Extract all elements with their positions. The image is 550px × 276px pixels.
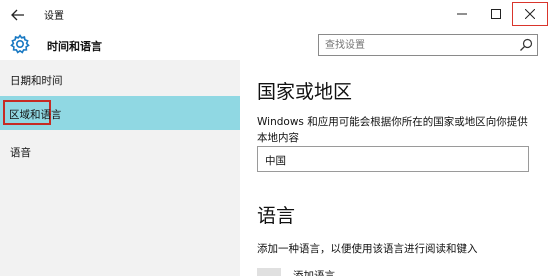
page-header: 时间和语言	[0, 30, 550, 60]
region-description: Windows 和应用可能会根据你所在的国家或地区向你提供本地内容	[257, 116, 528, 144]
close-icon	[525, 9, 535, 19]
plus-icon	[257, 268, 281, 276]
language-description: 添加一种语言，以便使用该语言进行阅读和键入	[257, 243, 478, 255]
country-value: 中国	[265, 155, 286, 167]
region-heading: 国家或地区	[257, 81, 353, 103]
minimize-icon	[457, 13, 467, 15]
sidebar-item-label: 区域和语言	[9, 109, 62, 121]
add-language-button[interactable]: 添加语言	[257, 266, 397, 276]
sidebar-item-date-time[interactable]: 日期和时间	[0, 62, 240, 96]
close-button[interactable]	[512, 2, 548, 26]
sidebar-item-label: 日期和时间	[10, 75, 63, 87]
page-title: 时间和语言	[47, 40, 102, 53]
search-input[interactable]	[325, 37, 505, 53]
gear-icon	[10, 34, 30, 54]
sidebar-item-label: 语音	[10, 147, 31, 159]
search-icon[interactable]	[519, 38, 533, 52]
language-heading: 语言	[257, 205, 296, 227]
country-dropdown[interactable]: 中国	[257, 146, 529, 172]
sidebar-item-speech[interactable]: 语音	[0, 134, 240, 168]
title-bar: 设置	[0, 0, 550, 30]
window-title: 设置	[44, 11, 64, 22]
search-box[interactable]	[318, 34, 538, 56]
back-arrow-icon	[11, 9, 24, 21]
sidebar-item-region-language[interactable]: 区域和语言	[0, 96, 240, 130]
sidebar: 日期和时间 区域和语言 语音	[0, 60, 240, 276]
back-button[interactable]	[8, 6, 28, 24]
maximize-icon	[491, 9, 501, 19]
minimize-button[interactable]	[447, 2, 477, 26]
main-content: 国家或地区 Windows 和应用可能会根据你所在的国家或地区向你提供本地内容 …	[240, 60, 550, 276]
maximize-button[interactable]	[481, 2, 511, 26]
add-language-label: 添加语言	[293, 270, 335, 276]
